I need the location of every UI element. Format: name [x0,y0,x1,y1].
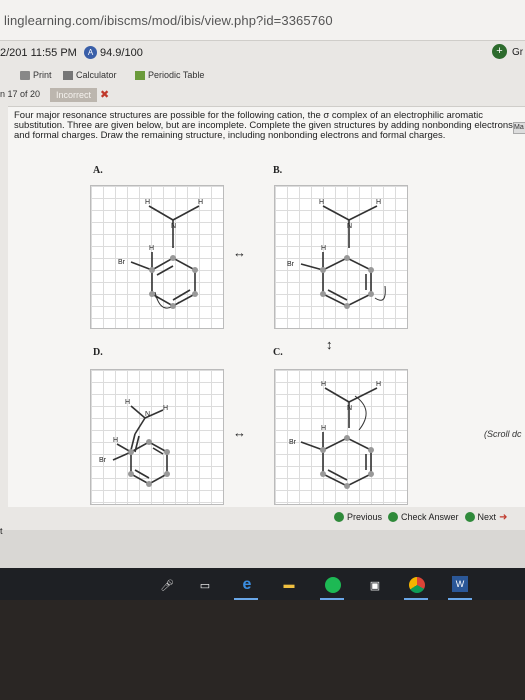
periodic-table-icon [135,70,145,80]
chrome-icon[interactable] [408,576,426,594]
microphone-icon[interactable]: 🎤︎ [158,576,176,594]
resonance-arrow-bc: ↕ [326,337,333,352]
structure-a-canvas[interactable]: H N H H Br + [90,185,224,329]
store-icon[interactable]: ▣ [366,576,384,594]
gradebook-label[interactable]: Gr [512,47,523,58]
resonance-arrow-cd: ↔ [233,425,246,440]
question-nav-buttons: Previous Check Answer Next ➜ [334,510,507,524]
a-br-text: Br [118,259,126,266]
tools-toolbar: Print Calculator Periodic Table [0,68,525,86]
check-answer-label: Check Answer [401,512,459,522]
c-n-text: N [347,405,352,412]
d-h2-text: H [163,405,168,412]
check-answer-button[interactable]: Check Answer [388,512,459,522]
next-icon [464,512,475,522]
result-badge: Incorrect [50,88,98,102]
d-h1-text: H [125,399,130,406]
d-br-text: Br [99,457,107,464]
periodic-table-label: Periodic Table [148,70,205,80]
d-n-text: N [145,411,150,418]
word-active-indicator [448,598,472,600]
incorrect-icon: ✖ [100,89,110,101]
status-bar: 2/201 11:55 PM A 94.9/100 + Gr [0,43,525,65]
periodic-table-button[interactable]: Periodic Table [135,70,204,80]
structure-b-drawing: H N H H Br [287,199,386,309]
task-view-icon[interactable]: ▭ [196,576,214,594]
edge-browser-icon[interactable]: e [238,576,256,594]
a-h1-text: H [145,199,150,206]
spotify-icon[interactable] [324,576,342,594]
file-explorer-icon[interactable]: ▬ [280,576,298,594]
os-taskbar: 🎤︎ ▭ e ▬ ▣ W [0,568,525,600]
structure-c-canvas[interactable]: H N H H Br [274,369,408,505]
structure-c-label: C. [273,347,283,358]
next-button[interactable]: Next ➜ [464,512,507,523]
gradebook-icon[interactable]: + [492,44,507,59]
b-h2-text: H [376,199,381,206]
chrome-active-indicator [404,598,428,600]
word-icon[interactable]: W [452,576,468,592]
b-br-text: Br [287,261,295,268]
edge-active-indicator [234,598,258,600]
c-h2-text: H [376,381,381,388]
a-n-text: N [171,223,176,230]
previous-label: Previous [347,512,383,522]
screen: linglearning.com/ibiscms/mod/ibis/view.p… [0,0,525,600]
structure-a-label: A. [93,165,103,176]
previous-icon [334,512,344,522]
b-h3-text: H [321,245,326,252]
print-button[interactable]: Print [20,70,52,80]
c-h1-text: H [321,381,326,388]
print-label: Print [33,70,52,80]
question-panel: Four major resonance structures are poss… [8,106,525,507]
a-charge-text: + [155,295,159,302]
b-n-text: N [347,223,352,230]
a-h3-text: H [149,245,154,252]
structure-d-drawing: H N H H Br [99,399,170,487]
url-text[interactable]: linglearning.com/ibiscms/mod/ibis/view.p… [4,13,333,28]
question-nav: n 17 of 20 Incorrect ✖ [0,88,525,103]
structure-d-canvas[interactable]: H N H H Br [90,369,224,505]
printer-icon [20,70,30,80]
structure-b-canvas[interactable]: H N H H Br [274,185,408,329]
structure-c-drawing: H N H H Br [289,381,381,489]
calculator-button[interactable]: Calculator [63,70,117,80]
previous-button[interactable]: Previous [334,512,382,522]
side-button[interactable]: Ma [513,122,525,134]
structure-b-label: B. [273,165,283,176]
structure-a-drawing: H N H H Br + [118,199,203,309]
browser-address-bar[interactable]: linglearning.com/ibiscms/mod/ibis/view.p… [0,0,525,41]
score-icon: A [84,46,97,59]
question-position: n 17 of 20 [0,89,41,99]
resonance-arrow-ab: ↔ [233,245,246,260]
c-h3-text: H [321,425,326,432]
exit-icon[interactable]: ➜ [499,512,507,523]
calculator-icon [63,70,73,80]
a-h2-text: H [198,199,203,206]
c-br-text: Br [289,439,297,446]
lower-text: t [0,526,3,536]
b-h1-text: H [319,199,324,206]
calculator-label: Calculator [76,70,117,80]
d-h3-text: H [113,437,118,444]
check-icon [388,512,399,522]
structure-d-label: D. [93,347,103,358]
scroll-hint: (Scroll dc [484,429,522,439]
next-label: Next [477,512,497,522]
score-value: 94.9/100 [100,47,143,59]
spotify-active-indicator [320,598,344,600]
datetime: 2/201 11:55 PM [0,47,77,59]
question-text: Four major resonance structures are poss… [14,110,513,141]
